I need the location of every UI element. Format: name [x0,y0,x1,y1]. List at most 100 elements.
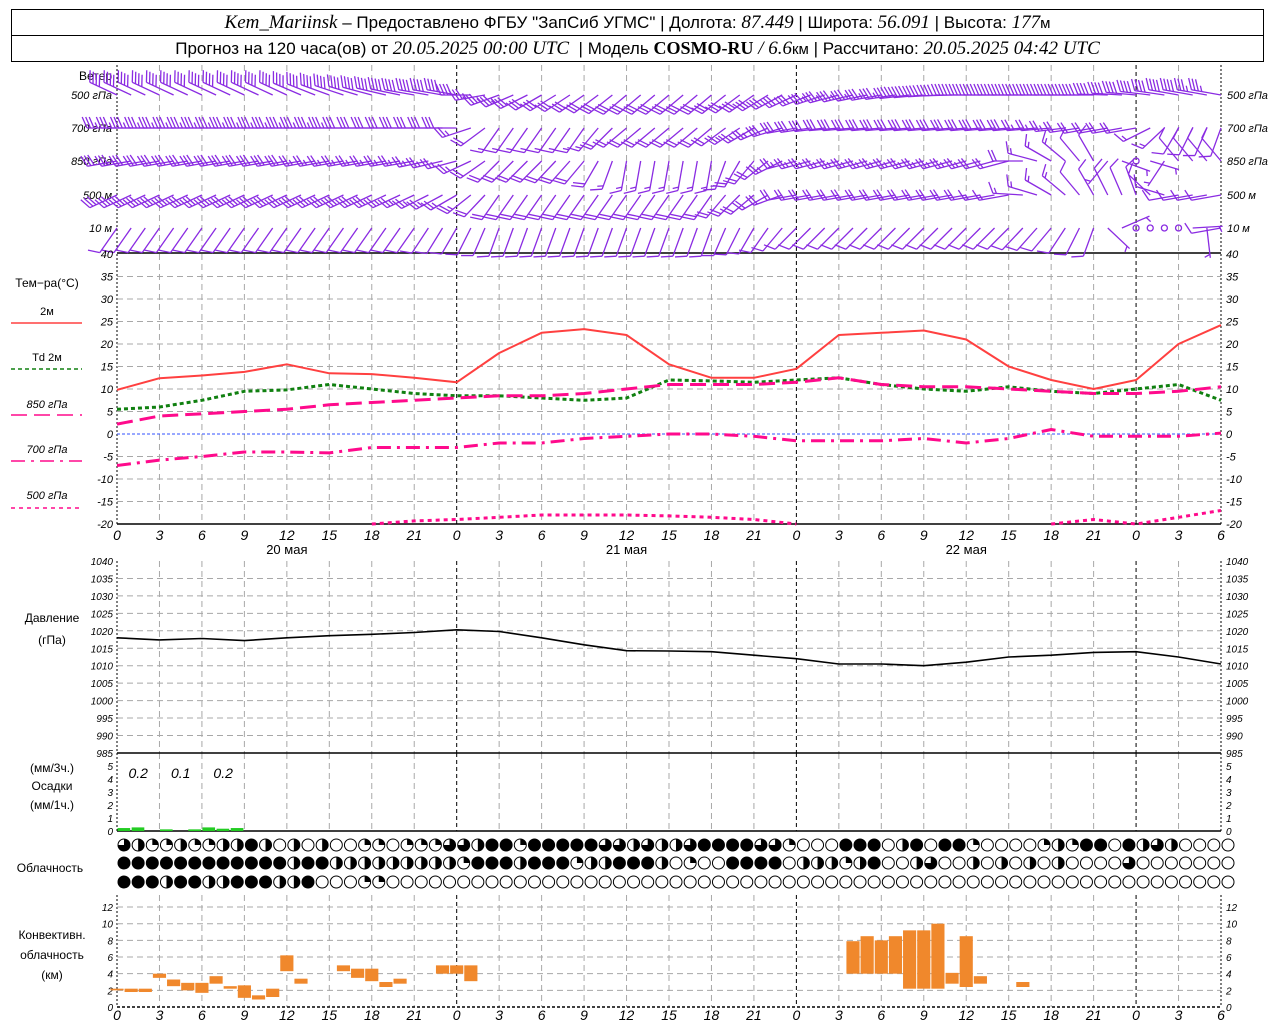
wind-barb [434,160,472,175]
x-tick-label: 3 [1175,527,1183,543]
convective-bar [237,985,251,998]
y-tick-label: 6 [107,953,113,964]
barb-staff [117,194,146,209]
barb-feather [402,79,407,92]
barb-feather [735,101,746,110]
convective-bar [917,930,931,989]
cloud-symbol [542,875,556,889]
barb-feather [680,189,693,194]
x-tick-label: 3 [835,1007,843,1023]
barb-staff [344,194,373,209]
x-tick-label: 3 [495,1007,503,1023]
wind-barb [1024,133,1052,162]
cloud-symbol [584,856,598,870]
cloud-symbol [726,856,740,870]
cloud-half [831,857,838,869]
cloud-circle [1037,875,1051,889]
cloud-circle [414,875,428,889]
y-tick-label: 0 [1226,429,1233,441]
barb-staff [559,227,571,257]
precip-bar [216,828,230,831]
barb-feather [116,249,129,254]
barb-feather [1059,160,1067,173]
precip-bar [159,829,173,831]
cloud-symbol [811,856,825,870]
cloud-symbol [428,856,442,870]
barb-half-feather [1174,168,1177,175]
cloud-circle [796,838,810,852]
cloud-symbol [1221,875,1235,889]
barb-feather [309,197,320,207]
barb-staff [216,194,245,209]
cloud-symbol [995,856,1009,870]
cloud-circle [1193,875,1207,889]
cloud-symbol [881,875,895,889]
x-tick-label: 12 [958,527,974,543]
cloud-circle [1136,875,1150,889]
cloud-circle [627,875,641,889]
cloud-symbol [1164,838,1178,852]
barb-feather [512,216,525,221]
wind-level-label: 500 гПа [71,90,112,102]
cloud-symbol [259,856,273,870]
barb-feather [476,255,489,258]
cloud-symbol [117,875,131,889]
cloud-symbol [513,856,527,870]
barb-feather [555,177,568,182]
barb-feather [303,73,306,86]
cloud-symbol [372,838,386,852]
cloud-symbol [358,838,372,852]
barb-half-feather [534,147,541,151]
cloud-full [499,838,513,852]
cloud-symbol [1023,875,1037,889]
barb-feather [295,197,306,207]
barb-feather [299,72,302,85]
cloud-full [1122,838,1136,852]
cloud-circle [980,838,994,852]
convective-bar [846,941,860,974]
cloud-symbol [329,856,343,870]
cloud-symbol [230,875,244,889]
barb-feather [125,197,136,207]
barb-half-feather [1027,175,1030,182]
cloud-symbol [188,875,202,889]
cloud-half [279,876,286,888]
barb-feather [130,249,143,254]
barb-staff [146,194,174,209]
barb-staff [603,127,627,148]
cloud-symbol [358,856,372,870]
wind-level-label: 700 гПа [71,123,112,135]
barb-feather [367,77,372,90]
y-tick-label: 2 [1225,986,1232,997]
cloud-circle [612,875,626,889]
cloud-symbol [372,856,386,870]
barb-staff [1192,225,1223,229]
barb-feather [395,77,400,90]
cloud-symbol [1079,838,1093,852]
barb-feather [682,216,695,221]
cloud-full [556,838,570,852]
cloud-symbol [315,838,329,852]
barb-feather [540,176,553,182]
x-tick-label: 21 [405,1007,422,1023]
barb-feather [637,189,650,194]
x-tick-label: 3 [835,527,843,543]
wind-barb [1059,160,1080,196]
cloud-full [230,856,244,870]
cloud-symbol [457,838,471,852]
y-tick-label: 12 [102,903,114,914]
barb-feather [122,199,133,209]
cloud-symbol [952,838,966,852]
barb-staff [1210,127,1222,157]
barb-feather [306,75,309,88]
wind-barb [257,227,288,254]
cloud-symbol [669,875,683,889]
barb-half-feather [872,92,877,99]
barb-feather [434,165,445,175]
cloud-half [661,839,668,851]
y-tick-label: 0 [107,429,114,441]
wind-level-label: 500 м [1227,190,1256,202]
cloud-symbol [825,838,839,852]
barb-half-feather [728,135,735,141]
cloud-symbol [598,856,612,870]
